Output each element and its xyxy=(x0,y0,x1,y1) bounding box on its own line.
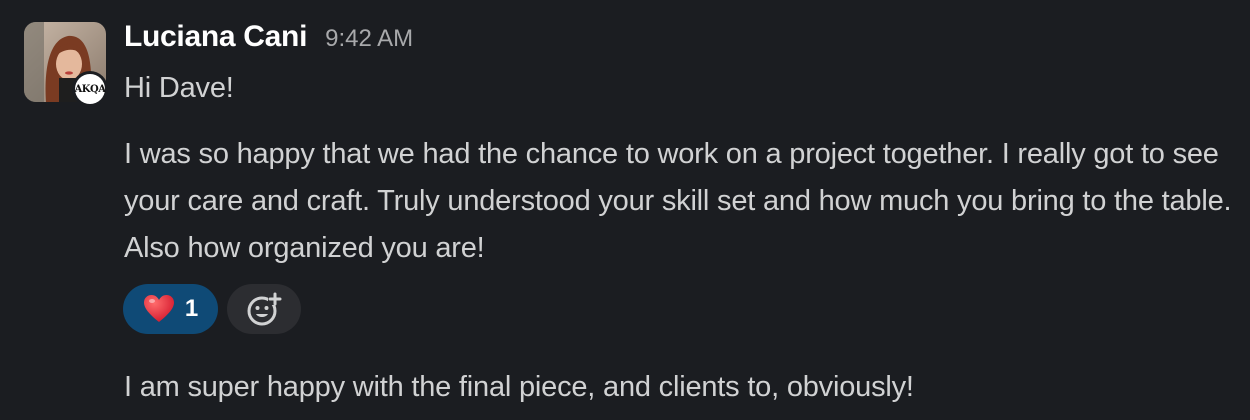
add-reaction-icon xyxy=(247,292,282,326)
reactions-bar: 1 xyxy=(123,284,301,334)
company-badge: AKQA xyxy=(72,71,108,107)
add-reaction-button[interactable] xyxy=(227,284,301,334)
company-badge-logo: AKQA xyxy=(75,74,106,104)
message-greeting: Hi Dave! xyxy=(124,72,234,104)
reaction-heart[interactable]: 1 xyxy=(123,284,218,334)
heart-icon xyxy=(143,295,174,322)
message-body: I was so happy that we had the chance to… xyxy=(124,138,1232,264)
message-final: I am super happy with the final piece, a… xyxy=(124,371,914,403)
sender-name[interactable]: Luciana Cani xyxy=(124,20,307,54)
reaction-count: 1 xyxy=(184,295,199,322)
message-header: Luciana Cani 9:42 AM xyxy=(124,20,413,54)
timestamp[interactable]: 9:42 AM xyxy=(325,25,413,53)
avatar[interactable]: AKQA xyxy=(24,22,108,107)
